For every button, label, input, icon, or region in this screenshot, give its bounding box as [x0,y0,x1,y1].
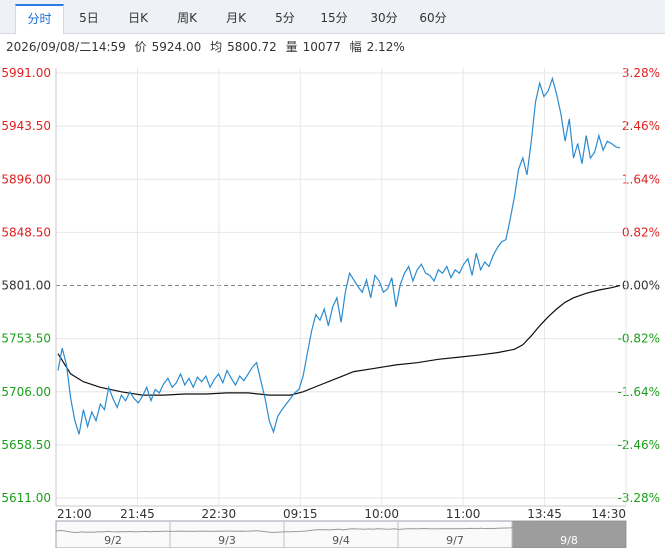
y-tick-right: 3.28% [622,66,660,80]
y-tick-right: 0.00% [622,279,660,293]
x-tick-label: 22:30 [202,507,237,521]
y-tick-right: 2.46% [622,119,660,133]
y-tick-right: -0.82% [618,332,660,346]
price-line [57,76,621,435]
x-tick-label: 21:45 [120,507,155,521]
y-tick-left: 5611.00 [1,491,51,505]
y-tick-left: 5848.50 [1,225,51,239]
navigator-day-label: 9/4 [332,534,350,547]
y-tick-left: 5896.00 [1,172,51,186]
navigator-day-label: 9/7 [446,534,464,547]
y-tick-right: -1.64% [618,385,660,399]
x-tick-label: 09:15 [283,507,318,521]
y-tick-right: -3.28% [618,491,660,505]
y-tick-right: -2.46% [618,438,660,452]
y-tick-left: 5658.50 [1,438,51,452]
navigator-day-label: 9/3 [218,534,236,547]
y-tick-left: 5753.50 [1,332,51,346]
x-tick-label: 11:00 [446,507,481,521]
y-tick-left: 5991.00 [1,66,51,80]
avg-price-line [57,284,621,396]
y-tick-right: 0.82% [622,225,660,239]
x-tick-label: 14:30 [591,507,626,521]
x-tick-label: 21:00 [57,507,92,521]
x-tick-label: 13:45 [527,507,562,521]
y-tick-right: 1.64% [622,172,660,186]
y-tick-left: 5801.00 [1,279,51,293]
x-tick-label: 10:00 [364,507,399,521]
y-tick-left: 5706.00 [1,385,51,399]
navigator-day-label: 9/8 [560,534,578,547]
y-tick-left: 5943.50 [1,119,51,133]
intraday-chart[interactable]: 5991.00 3.28% 5943.50 2.46% 5896.00 1.64% 5848… [0,0,665,548]
navigator-day-label: 9/2 [104,534,122,547]
